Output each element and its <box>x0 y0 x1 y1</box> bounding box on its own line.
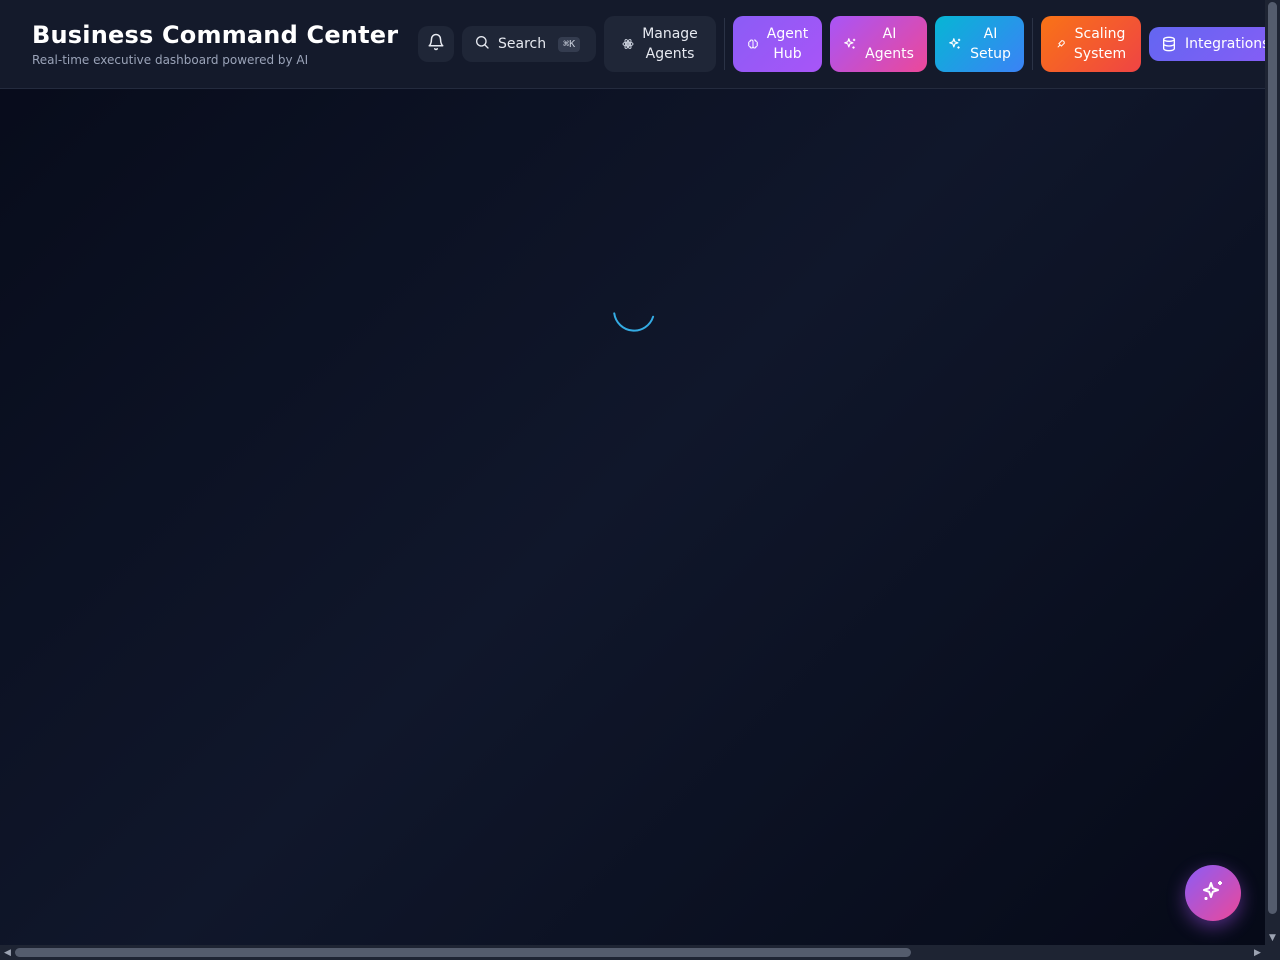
sparkles-icon <box>948 37 962 51</box>
page-title: Business Command Center <box>32 21 399 49</box>
notifications-button[interactable] <box>418 26 454 62</box>
scroll-right-arrow-icon[interactable]: ▶ <box>1250 945 1265 960</box>
scaling-system-button[interactable]: Scaling System <box>1041 16 1141 72</box>
agent-hub-button[interactable]: Agent Hub <box>733 16 822 72</box>
brain-icon <box>747 38 759 50</box>
search-button[interactable]: Search ⌘K <box>462 26 596 62</box>
integrations-label: Integrations <box>1185 36 1265 52</box>
toolbar-divider <box>724 18 725 70</box>
search-icon <box>474 34 490 54</box>
search-shortcut: ⌘K <box>558 36 581 52</box>
bell-icon <box>427 33 445 55</box>
page-subtitle: Real-time executive dashboard powered by… <box>32 53 309 67</box>
rocket-icon <box>1056 39 1066 49</box>
vertical-scrollbar[interactable]: ▼ <box>1265 0 1280 945</box>
search-label: Search <box>498 36 547 52</box>
ai-agents-button[interactable]: AI Agents <box>830 16 927 72</box>
top-header: Business Command Center Real-time execut… <box>0 0 1265 89</box>
scaling-system-label: Scaling System <box>1073 26 1127 62</box>
agent-hub-label: Agent Hub <box>766 26 809 62</box>
toolbar-divider <box>1032 18 1033 70</box>
ai-setup-button[interactable]: AI Setup <box>935 16 1024 72</box>
brand: Business Command Center Real-time execut… <box>32 20 398 69</box>
manage-agents-label: Manage Agents <box>642 26 698 62</box>
scrollbar-corner <box>1265 945 1280 960</box>
database-icon <box>1161 36 1177 52</box>
ai-setup-label: AI Setup <box>970 26 1011 62</box>
manage-agents-button[interactable]: Manage Agents <box>604 16 716 72</box>
scroll-left-arrow-icon[interactable]: ◀ <box>0 945 15 960</box>
scroll-down-arrow-icon[interactable]: ▼ <box>1265 930 1280 945</box>
vertical-scroll-thumb[interactable] <box>1268 2 1277 914</box>
atom-icon <box>622 38 634 50</box>
app-viewport: Business Command Center Real-time execut… <box>0 0 1265 945</box>
sparkles-icon <box>843 37 857 51</box>
ai-assistant-fab[interactable] <box>1185 865 1241 921</box>
horizontal-scroll-thumb[interactable] <box>15 948 911 957</box>
horizontal-scrollbar[interactable]: ◀ ▶ <box>0 945 1265 960</box>
sparkles-icon <box>1201 879 1225 907</box>
ai-agents-label: AI Agents <box>865 26 914 62</box>
integrations-button[interactable]: Integrations <box>1149 27 1265 61</box>
loading-spinner-icon <box>609 293 657 341</box>
